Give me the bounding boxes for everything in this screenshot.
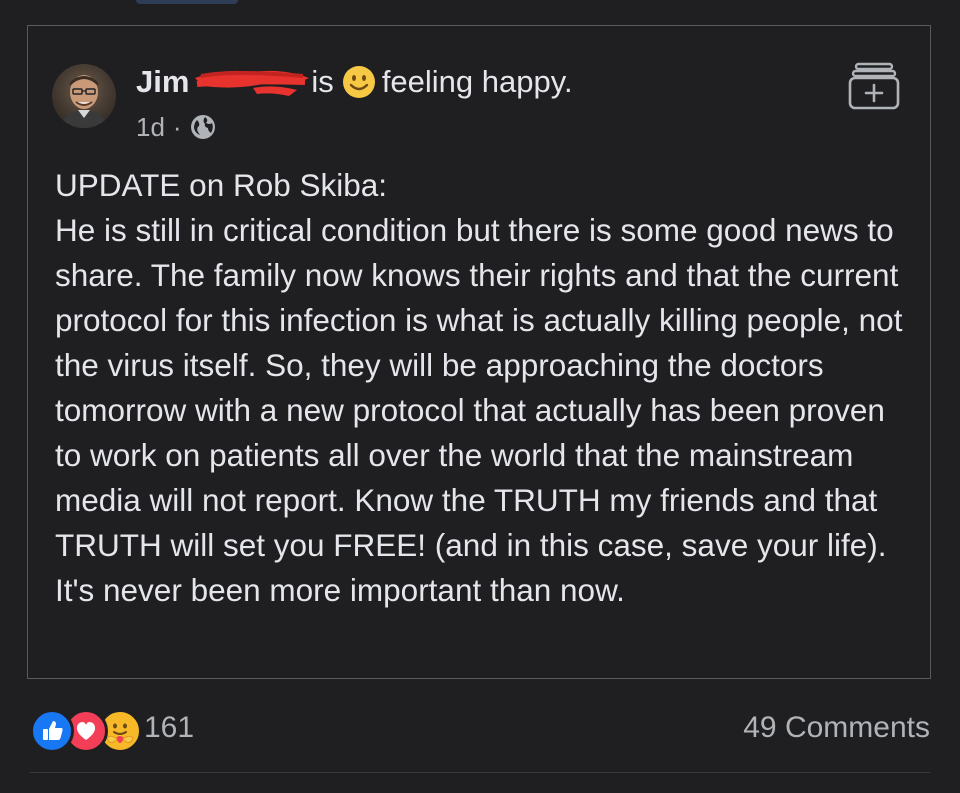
author-avatar[interactable]	[52, 64, 116, 128]
post-header: Jim is feeling happy.	[136, 60, 573, 104]
footer-divider	[30, 772, 930, 773]
reaction-count: 161	[144, 711, 195, 744]
top-tab-indicator	[136, 0, 238, 4]
globe-icon[interactable]	[190, 114, 216, 140]
header-verb: is	[311, 64, 334, 99]
reactions-summary[interactable]: 161	[30, 706, 195, 753]
post-body-heading: UPDATE on Rob Skiba:	[55, 167, 388, 203]
smile-icon	[342, 65, 376, 99]
post-meta: 1d ·	[136, 110, 216, 144]
post-body-text: He is still in critical condition but th…	[55, 212, 903, 608]
author-name[interactable]: Jim	[136, 64, 189, 100]
save-to-collection-icon[interactable]	[848, 62, 900, 110]
reaction-icons	[30, 706, 142, 753]
name-redaction-scribble	[193, 64, 311, 100]
like-icon	[30, 709, 74, 753]
meta-separator: ·	[172, 111, 182, 142]
post-time[interactable]: 1d	[136, 112, 165, 143]
comments-count-link[interactable]: 49 Comments	[743, 706, 930, 750]
post-body: UPDATE on Rob Skiba: He is still in crit…	[55, 163, 915, 613]
activity-text[interactable]: feeling happy.	[382, 64, 573, 100]
avatar-photo	[52, 64, 116, 128]
